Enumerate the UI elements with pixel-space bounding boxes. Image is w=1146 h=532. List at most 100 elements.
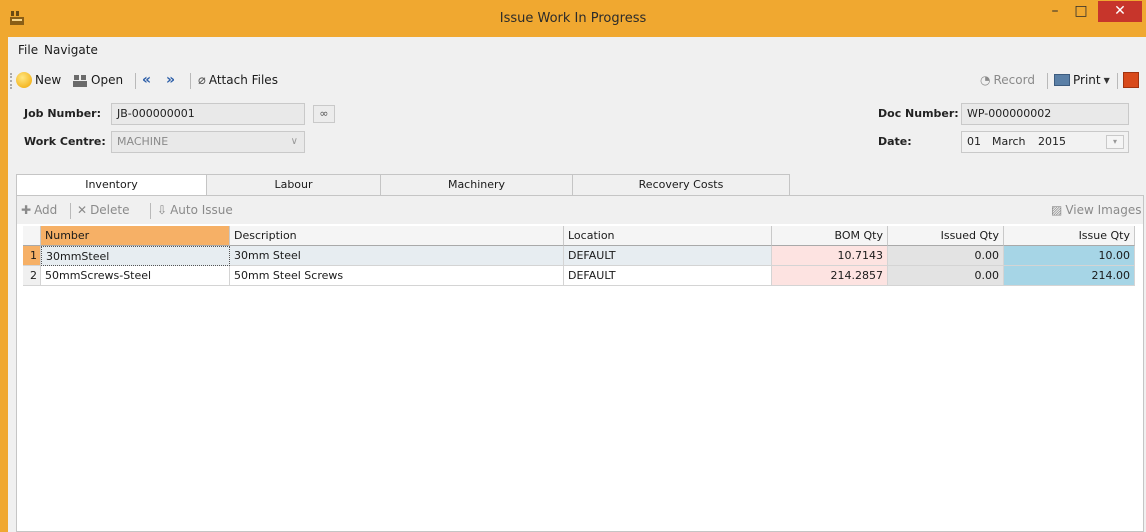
date-month[interactable]: March: [992, 132, 1026, 152]
toolbar-separator: [150, 203, 151, 219]
cell-issued-qty: 0.00: [888, 266, 1004, 286]
window-title: Issue Work In Progress: [499, 11, 647, 26]
table-row[interactable]: 2 50mmScrews-Steel 50mm Steel Screws DEF…: [23, 266, 1138, 286]
maximize-button[interactable]: □: [1068, 1, 1094, 22]
attach-files-label: Attach Files: [208, 73, 278, 87]
doc-number-field[interactable]: WP-000000002: [961, 103, 1129, 125]
binoculars-icon: [72, 72, 88, 88]
toolbar-separator: [135, 73, 136, 89]
record-label: Record: [993, 73, 1035, 87]
new-label: New: [35, 73, 62, 87]
tab-inventory[interactable]: Inventory: [16, 174, 207, 197]
cell-number[interactable]: 50mmScrews-Steel: [41, 266, 230, 286]
date-year[interactable]: 2015: [1038, 132, 1066, 152]
row-number[interactable]: 2: [23, 266, 41, 286]
grid-header-row: Number Description Location BOM Qty Issu…: [23, 226, 1138, 246]
grid-toolbar: ✚ Add ✕ Delete ⇩ Auto Issue ▨ View Image…: [17, 196, 1143, 224]
job-number-field[interactable]: JB-000000001: [111, 103, 305, 125]
delete-label: Delete: [90, 203, 130, 217]
toolbar-separator: [70, 203, 71, 219]
view-images-label: View Images: [1065, 203, 1142, 217]
window-client-area: File Navigate New Open « » ⌀ Attach File…: [8, 37, 1146, 532]
toolbar-grip[interactable]: [10, 73, 13, 89]
binoculars-icon: ∞: [319, 107, 329, 120]
tab-strip: Inventory Labour Machinery Recovery Cost…: [16, 174, 796, 197]
previous-record-button[interactable]: «: [142, 70, 151, 90]
menu-navigate[interactable]: Navigate: [44, 43, 98, 57]
cell-description[interactable]: 30mm Steel: [230, 246, 564, 266]
cell-issued-qty: 0.00: [888, 246, 1004, 266]
image-icon: ▨: [1051, 203, 1063, 217]
date-day[interactable]: 01: [967, 132, 981, 152]
toolbar-separator: [1047, 73, 1048, 89]
next-record-button[interactable]: »: [166, 70, 175, 90]
printer-icon: [1054, 74, 1070, 86]
record-icon: ◔: [980, 73, 991, 87]
add-button[interactable]: ✚ Add: [21, 203, 57, 217]
work-centre-value: MACHINE: [117, 135, 169, 148]
close-button[interactable]: ✕: [1098, 1, 1142, 22]
column-header-location[interactable]: Location: [564, 226, 772, 246]
chevron-double-right-icon: »: [166, 72, 175, 88]
sun-icon: [16, 72, 32, 88]
select-all-corner[interactable]: [23, 226, 41, 246]
column-header-description[interactable]: Description: [230, 226, 564, 246]
tab-recovery-costs[interactable]: Recovery Costs: [572, 174, 790, 196]
calendar-icon: [1123, 72, 1139, 88]
delete-button[interactable]: ✕ Delete: [77, 203, 130, 217]
toolbar-separator: [1117, 73, 1118, 89]
date-label: Date:: [878, 135, 912, 148]
calendar-button[interactable]: [1123, 70, 1139, 90]
chevron-down-icon: ▼: [1103, 75, 1110, 85]
column-header-issued-qty[interactable]: Issued Qty: [888, 226, 1004, 246]
chevron-down-icon: ∨: [290, 136, 298, 147]
chevron-double-left-icon: «: [142, 72, 151, 88]
paperclip-icon: ⌀: [198, 72, 206, 88]
table-row[interactable]: 1 30mmSteel 30mm Steel DEFAULT 10.7143 0…: [23, 246, 1138, 266]
cell-number[interactable]: 30mmSteel: [41, 246, 230, 266]
application-window: Issue Work In Progress – □ ✕ File Naviga…: [0, 0, 1146, 532]
cell-bom-qty: 10.7143: [772, 246, 888, 266]
date-picker[interactable]: 01 March 2015 ▾: [961, 131, 1129, 153]
work-centre-label: Work Centre:: [24, 135, 106, 148]
column-header-issue-qty[interactable]: Issue Qty: [1004, 226, 1135, 246]
open-label: Open: [91, 73, 124, 87]
print-button[interactable]: Print ▼: [1054, 70, 1110, 90]
column-header-bom-qty[interactable]: BOM Qty: [772, 226, 888, 246]
cell-bom-qty: 214.2857: [772, 266, 888, 286]
cell-location[interactable]: DEFAULT: [564, 266, 772, 286]
print-label: Print: [1073, 73, 1101, 87]
cell-location[interactable]: DEFAULT: [564, 246, 772, 266]
work-centre-select[interactable]: MACHINE ∨: [111, 131, 305, 153]
cell-issue-qty[interactable]: 10.00: [1004, 246, 1135, 266]
cell-description[interactable]: 50mm Steel Screws: [230, 266, 564, 286]
job-number-label: Job Number:: [24, 107, 102, 120]
job-lookup-button[interactable]: ∞: [313, 105, 335, 123]
attach-files-button[interactable]: ⌀ Attach Files: [198, 70, 278, 90]
view-images-button[interactable]: ▨ View Images: [1051, 203, 1141, 217]
column-header-number[interactable]: Number: [41, 226, 230, 246]
toolbar-separator: [190, 73, 191, 89]
tab-labour[interactable]: Labour: [206, 174, 381, 196]
tab-machinery[interactable]: Machinery: [380, 174, 573, 196]
plus-icon: ✚: [21, 203, 32, 217]
auto-issue-label: Auto Issue: [170, 203, 233, 217]
main-toolbar: New Open « » ⌀ Attach Files ◔ Record Pri…: [8, 67, 1146, 93]
new-button[interactable]: New: [16, 70, 61, 90]
cell-issue-qty[interactable]: 214.00: [1004, 266, 1135, 286]
menu-file[interactable]: File: [18, 43, 38, 57]
open-button[interactable]: Open: [72, 70, 123, 90]
calendar-dropdown-icon[interactable]: ▾: [1106, 135, 1124, 149]
add-label: Add: [34, 203, 58, 217]
row-number[interactable]: 1: [23, 246, 41, 266]
doc-number-label: Doc Number:: [878, 107, 959, 120]
minimize-button[interactable]: –: [1042, 1, 1068, 22]
auto-issue-button[interactable]: ⇩ Auto Issue: [157, 203, 233, 217]
record-button[interactable]: ◔ Record: [980, 70, 1035, 90]
header-form: Job Number: JB-000000001 ∞ Work Centre: …: [8, 97, 1146, 167]
menu-bar: File Navigate: [8, 37, 1146, 63]
title-bar[interactable]: Issue Work In Progress – □ ✕: [0, 0, 1146, 37]
delete-icon: ✕: [77, 203, 88, 217]
sort-arrows-icon: ⇩: [157, 203, 168, 217]
inventory-panel: ✚ Add ✕ Delete ⇩ Auto Issue ▨ View Image…: [16, 195, 1144, 532]
